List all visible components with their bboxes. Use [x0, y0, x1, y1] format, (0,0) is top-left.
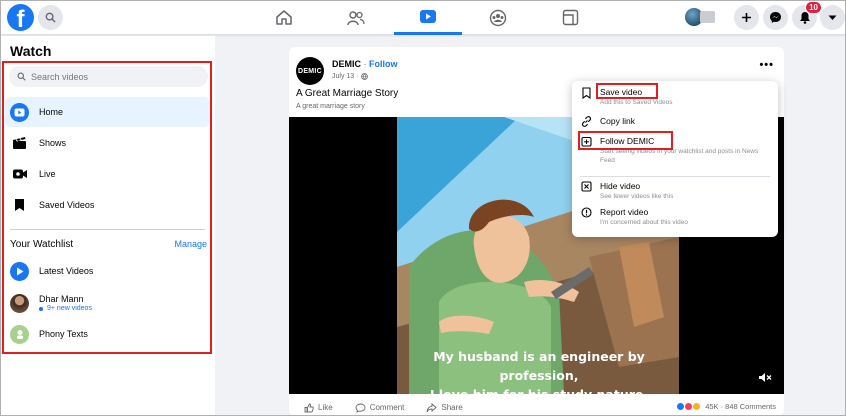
groups-icon — [489, 9, 507, 26]
nav-gaming[interactable] — [536, 0, 604, 35]
watchlist-item-label: Dhar Mann — [39, 294, 84, 304]
sidebar-item-saved-videos[interactable]: Saved Videos — [5, 190, 210, 220]
share-icon — [426, 402, 438, 412]
globe-icon — [361, 73, 369, 80]
video-subtitle: A great marriage story — [296, 103, 365, 110]
reactions-count: 45K — [705, 402, 719, 411]
new-videos-count: 9+ new videos — [47, 305, 92, 312]
like-label: Like — [318, 403, 333, 412]
messenger-icon — [770, 12, 781, 23]
video-title: A Great Marriage Story — [296, 88, 399, 99]
notifications-button[interactable]: 10 — [792, 1, 822, 30]
haha-reaction-icon — [692, 402, 702, 411]
share-label: Share — [441, 403, 463, 412]
post-date: July 13 · — [332, 73, 369, 80]
watchlist-item-label: Latest Videos — [39, 266, 94, 276]
menu-report-video[interactable]: Report video I'm concerned about this vi… — [580, 207, 770, 227]
sidebar-item-home[interactable]: Home — [5, 97, 210, 127]
menu-item-label: Copy link — [600, 116, 635, 126]
page-name[interactable]: DEMIC — [332, 59, 361, 69]
watchlist-item-label: Phony Texts — [39, 329, 88, 339]
sidebar-item-label: Home — [39, 107, 64, 117]
comments-count[interactable]: · 848 Comments — [721, 402, 776, 411]
menu-item-desc: Add this to Saved Videos — [600, 99, 673, 106]
sidebar-item-label: Live — [39, 169, 56, 179]
profile-avatar[interactable] — [685, 8, 715, 26]
clapperboard-icon — [10, 134, 29, 153]
menu-divider — [580, 176, 770, 177]
watch-icon — [420, 9, 436, 23]
plus-icon — [742, 13, 751, 22]
friends-icon — [347, 10, 365, 25]
home-icon — [276, 10, 292, 25]
like-button[interactable]: Like — [304, 403, 333, 413]
account-menu-button[interactable] — [820, 5, 845, 30]
top-bar: f 10 — [0, 0, 846, 35]
nav-groups[interactable] — [464, 0, 532, 35]
highlight-box — [596, 83, 658, 99]
nav-home[interactable] — [250, 0, 318, 35]
menu-item-desc: I'm concerned about this video — [600, 219, 688, 226]
search-icon — [17, 72, 26, 81]
watch-sidebar: Watch Home Shows Live Saved Videos Your … — [0, 36, 215, 416]
speaker-muted-icon — [759, 373, 772, 382]
nav-watch[interactable] — [394, 0, 462, 35]
post-options-menu: Save video Add this to Saved Videos Copy… — [572, 81, 778, 237]
bookmark-icon — [580, 87, 592, 107]
sidebar-item-shows[interactable]: Shows — [5, 128, 210, 158]
thumbs-up-icon — [304, 403, 314, 412]
report-icon — [580, 207, 592, 227]
messenger-button[interactable] — [763, 5, 788, 30]
watchlist-item-latest-videos[interactable]: Latest Videos — [5, 256, 210, 286]
live-camera-icon — [10, 165, 29, 184]
comment-icon — [355, 403, 366, 413]
menu-copy-link[interactable]: Copy link — [580, 116, 770, 127]
watch-home-icon — [10, 102, 29, 122]
facebook-logo[interactable]: f — [7, 4, 34, 31]
page-avatar[interactable]: DEMIC — [296, 57, 324, 85]
avatar — [10, 293, 29, 313]
nav-friends[interactable] — [322, 0, 390, 35]
play-icon — [10, 261, 29, 281]
share-button[interactable]: Share — [426, 402, 463, 413]
manage-watchlist-link[interactable]: Manage — [174, 239, 207, 249]
reactions-summary[interactable]: 45K · 848 Comments — [676, 402, 776, 411]
chevron-down-icon — [828, 15, 837, 20]
search-videos-input[interactable] — [31, 71, 191, 82]
volume-button[interactable] — [758, 372, 772, 386]
sidebar-item-label: Shows — [39, 138, 67, 148]
separator: · — [363, 59, 367, 69]
search-icon — [45, 12, 56, 23]
menu-hide-video[interactable]: Hide video See fewer videos like this — [580, 181, 770, 201]
notification-badge: 10 — [805, 1, 822, 14]
hide-icon — [580, 181, 592, 201]
watchlist-item-dhar-mann[interactable]: Dhar Mann 9+ new videos — [5, 287, 210, 319]
caption-line-1: My husband is an engineer by profession, — [433, 349, 645, 383]
post-date-text: July 13 · — [332, 73, 359, 80]
sidebar-divider — [10, 229, 205, 230]
menu-item-label: Hide video — [600, 181, 641, 191]
watchlist-heading: Your Watchlist — [10, 239, 74, 250]
menu-item-label: Report video — [600, 207, 649, 217]
watchlist-item-phony-texts[interactable]: Phony Texts — [5, 319, 210, 349]
page-header: DEMIC · Follow — [332, 59, 398, 69]
search-button[interactable] — [38, 5, 63, 30]
video-caption: My husband is an engineer by profession,… — [399, 347, 679, 394]
sidebar-title: Watch — [10, 43, 52, 59]
follow-link[interactable]: Follow — [369, 59, 398, 69]
create-button[interactable] — [734, 5, 759, 30]
more-options-button[interactable]: ••• — [759, 59, 774, 71]
gaming-icon — [562, 9, 578, 26]
link-icon — [580, 116, 592, 127]
menu-item-desc: See fewer videos like this — [600, 193, 674, 200]
sidebar-item-live[interactable]: Live — [5, 159, 210, 189]
search-videos-box[interactable] — [9, 66, 208, 87]
bookmark-icon — [10, 196, 29, 215]
highlight-box — [578, 131, 673, 150]
sidebar-item-label: Saved Videos — [39, 200, 95, 210]
avatar — [10, 324, 29, 344]
caption-line-2: I love him for his study nature, — [399, 385, 679, 394]
comment-label: Comment — [369, 403, 405, 412]
comment-button[interactable]: Comment — [355, 403, 405, 413]
